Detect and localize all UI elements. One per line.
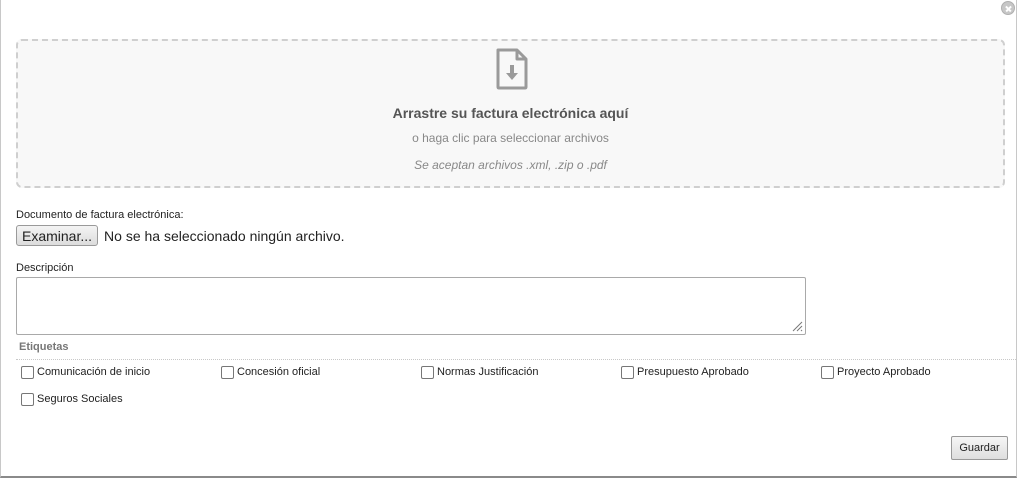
save-button[interactable]: Guardar bbox=[951, 436, 1008, 460]
dropzone-accepted-types: Se aceptan archivos .xml, .zip o .pdf bbox=[414, 158, 607, 172]
tag-label: Concesión oficial bbox=[237, 366, 321, 378]
description-textarea[interactable] bbox=[16, 277, 806, 335]
tag-presupuesto-aprobado[interactable]: Presupuesto Aprobado bbox=[621, 364, 749, 380]
tag-seguros-sociales[interactable]: Seguros Sociales bbox=[21, 391, 123, 407]
file-status: No se ha seleccionado ningún archivo. bbox=[104, 227, 345, 244]
close-icon[interactable] bbox=[1001, 1, 1015, 15]
tag-label: Comunicación de inicio bbox=[37, 366, 151, 378]
dropzone-title: Arrastre su factura electrónica aquí bbox=[392, 105, 629, 121]
tags-legend: Etiquetas bbox=[19, 341, 69, 353]
tags-divider bbox=[16, 359, 1016, 360]
tag-label: Presupuesto Aprobado bbox=[637, 366, 749, 378]
tag-checkbox[interactable] bbox=[421, 365, 434, 379]
description-label: Descripción bbox=[16, 262, 74, 274]
tag-label: Seguros Sociales bbox=[37, 393, 123, 405]
tag-checkbox[interactable] bbox=[21, 365, 34, 379]
dropzone-subtitle: o haga clic para seleccionar archivos bbox=[412, 131, 609, 145]
tag-checkbox[interactable] bbox=[621, 365, 634, 379]
tag-normas-justificacion[interactable]: Normas Justificación bbox=[421, 364, 538, 380]
tag-checkbox[interactable] bbox=[221, 365, 234, 379]
browse-button[interactable]: Examinar... bbox=[16, 225, 99, 246]
resize-grip-icon[interactable] bbox=[791, 320, 803, 332]
upload-dialog: Arrastre su factura electrónica aquí o h… bbox=[0, 0, 1017, 478]
tag-checkbox[interactable] bbox=[821, 365, 834, 379]
tag-label: Normas Justificación bbox=[437, 366, 539, 378]
tag-checkbox[interactable] bbox=[21, 392, 34, 406]
tag-comunicacion-de-inicio[interactable]: Comunicación de inicio bbox=[21, 364, 150, 380]
file-download-icon bbox=[496, 48, 528, 90]
tag-proyecto-aprobado[interactable]: Proyecto Aprobado bbox=[821, 364, 931, 380]
invoice-dropzone[interactable]: Arrastre su factura electrónica aquí o h… bbox=[16, 39, 1005, 188]
tag-concesion-oficial[interactable]: Concesión oficial bbox=[221, 364, 320, 380]
tag-label: Proyecto Aprobado bbox=[837, 366, 931, 378]
file-input-label: Documento de factura electrónica: bbox=[16, 209, 184, 221]
file-input: Examinar... No se ha seleccionado ningún… bbox=[16, 225, 345, 246]
